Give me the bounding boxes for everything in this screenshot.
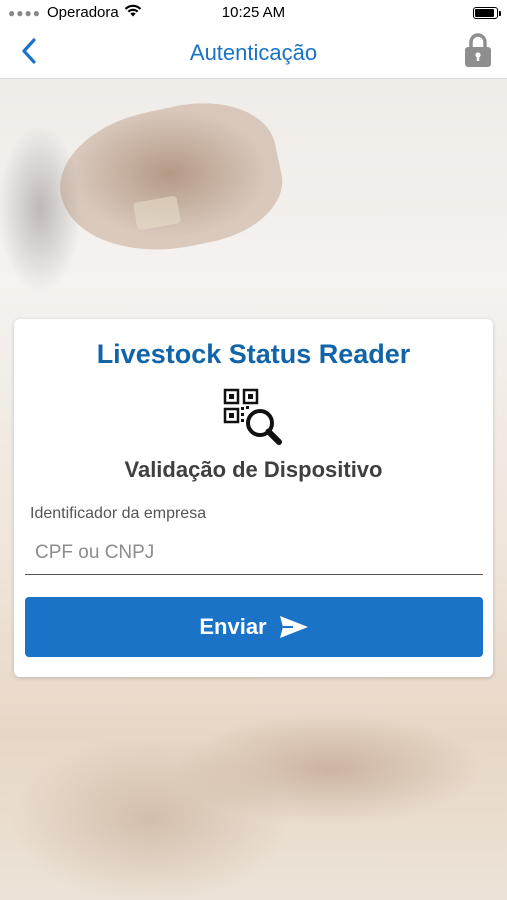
submit-button[interactable]: Enviar bbox=[25, 597, 483, 657]
chevron-left-icon bbox=[21, 37, 37, 70]
back-button[interactable] bbox=[12, 36, 46, 70]
cow-head-shape bbox=[47, 87, 293, 271]
app-title: Livestock Status Reader bbox=[96, 339, 411, 369]
company-id-label: Identificador da empresa bbox=[30, 505, 207, 522]
card-subtitle: Validação de Dispositivo bbox=[124, 457, 383, 482]
page-title: Autenticação bbox=[189, 40, 318, 65]
qr-search-icon bbox=[222, 387, 284, 445]
authentication-card: Livestock Status Reader Validação de Dis… bbox=[14, 319, 493, 677]
lock-icon bbox=[464, 32, 492, 73]
submit-label: Enviar bbox=[199, 614, 267, 639]
lock-button[interactable] bbox=[461, 32, 495, 72]
battery-icon bbox=[473, 7, 501, 19]
battery-level bbox=[475, 9, 494, 17]
company-id-input[interactable] bbox=[25, 531, 483, 575]
status-bar: ●●●● Operadora 10:25 AM bbox=[0, 0, 507, 28]
status-bar-time: 10:25 AM bbox=[221, 4, 286, 21]
send-icon bbox=[279, 615, 309, 639]
navigation-bar: Autenticação bbox=[0, 28, 507, 79]
